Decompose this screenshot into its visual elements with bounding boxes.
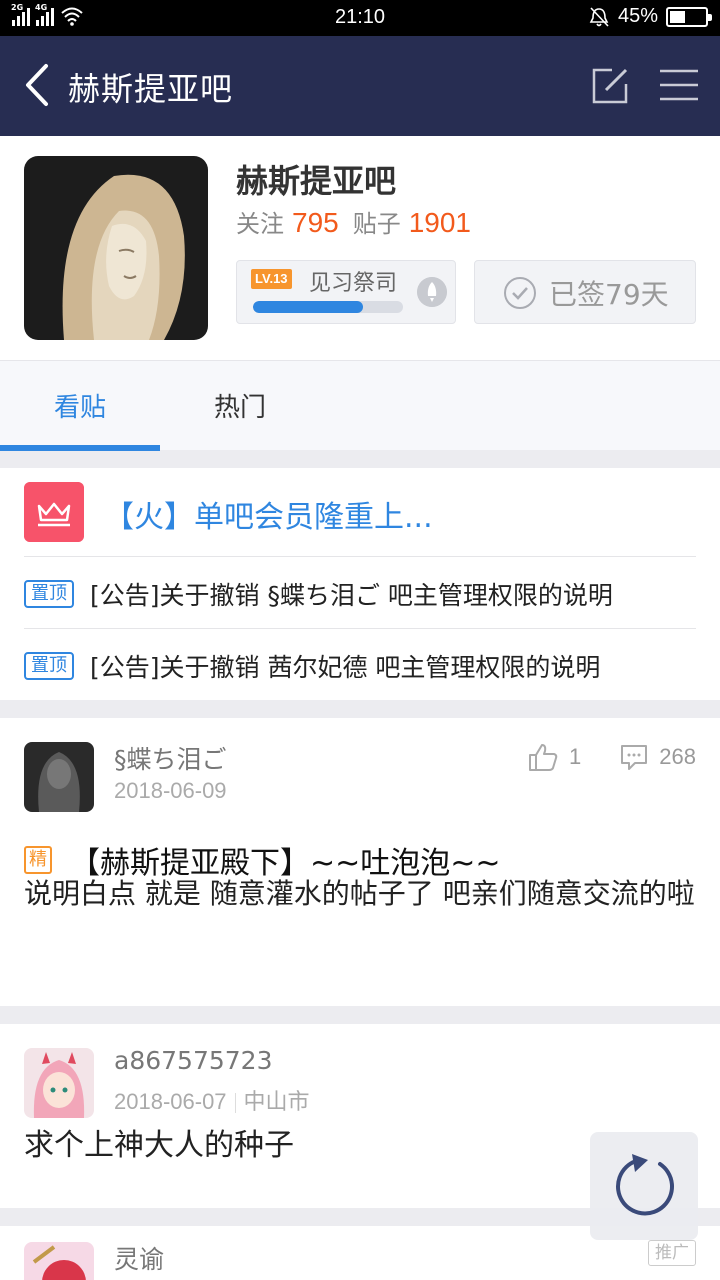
follow-count: 795	[292, 207, 339, 238]
mute-bell-icon	[589, 6, 609, 27]
pinned-title: [公告]关于撤销 茜尔妃德 吧主管理权限的说明	[90, 653, 601, 682]
battery-percent: 45%	[617, 5, 658, 27]
back-arrow-icon[interactable]	[22, 62, 52, 108]
check-circle-icon	[504, 277, 536, 309]
post-stats: 1 268	[527, 742, 696, 772]
top-nav-bar: 赫斯提亚吧	[0, 36, 720, 136]
pinned-title: [公告]关于撤销 §蝶ち泪ご 吧主管理权限的说明	[90, 581, 613, 610]
username[interactable]: a867575723	[114, 1046, 272, 1075]
user-avatar[interactable]	[24, 1242, 94, 1280]
refresh-icon	[616, 1154, 674, 1216]
member-promo-link[interactable]: 【火】单吧会员隆重上...	[104, 492, 433, 536]
post-date: 2018-06-09	[114, 778, 227, 803]
follow-label: 关注	[236, 210, 284, 238]
battery-icon	[666, 6, 712, 27]
level-card[interactable]: LV.13 见习祭司	[236, 260, 456, 324]
status-bar: 2G 4G 21:10 45%	[0, 0, 720, 36]
comment-icon[interactable]	[619, 743, 649, 771]
pinned-post[interactable]: 置顶 [公告]关于撤销 §蝶ち泪ご 吧主管理权限的说明	[24, 576, 613, 612]
forum-stats: 关注 795 贴子 1901	[236, 204, 485, 239]
pinned-badge: 置顶	[24, 652, 74, 680]
tab-posts[interactable]: 看贴	[0, 387, 160, 424]
username[interactable]: §蝶ち泪ご	[114, 740, 227, 776]
divider	[24, 628, 696, 629]
post-location: 中山市	[243, 1090, 310, 1115]
post-card[interactable]: §蝶ち泪ご 2018-06-09 1 268 精 【赫斯提亚殿下】~~吐泡泡~~…	[0, 718, 720, 1006]
tab-hot[interactable]: 热门	[160, 387, 320, 424]
divider	[24, 556, 696, 557]
forum-avatar[interactable]	[24, 156, 208, 340]
announcement-section: 【火】单吧会员隆重上... 置顶 [公告]关于撤销 §蝶ち泪ご 吧主管理权限的说…	[0, 468, 720, 700]
level-progress-bar	[253, 301, 403, 313]
rocket-icon[interactable]	[417, 277, 447, 307]
thumbs-up-icon[interactable]	[527, 742, 559, 772]
menu-icon[interactable]	[660, 68, 698, 102]
like-count: 1	[569, 744, 582, 769]
post-meta: 2018-06-07 中山市	[114, 1084, 310, 1116]
crown-icon	[24, 482, 84, 542]
user-avatar[interactable]	[24, 1048, 94, 1118]
tab-indicator	[0, 445, 160, 451]
level-name: 见习祭司	[309, 271, 398, 296]
posts-count: 1901	[408, 207, 472, 238]
post-body: 说明白点 就是 随意灌水的帖子了 吧亲们随意交流的啦	[24, 877, 695, 910]
sign-in-button[interactable]: 已签79天	[474, 260, 696, 324]
user-avatar[interactable]	[24, 742, 94, 812]
compose-icon[interactable]	[590, 66, 630, 106]
sign-in-label: 已签79天	[549, 278, 669, 311]
post-date: 2018-06-07	[114, 1089, 227, 1114]
posts-label: 贴子	[352, 210, 401, 238]
username[interactable]: 灵谕	[114, 1240, 164, 1276]
nav-title: 赫斯提亚吧	[68, 70, 234, 108]
forum-name: 赫斯提亚吧	[236, 162, 397, 200]
tab-bar: 看贴 热门	[0, 360, 720, 451]
ad-badge: 推广	[648, 1240, 696, 1266]
pinned-badge: 置顶	[24, 580, 74, 608]
comment-count: 268	[659, 744, 696, 769]
level-badge: LV.13	[251, 269, 292, 289]
forum-header: 赫斯提亚吧 关注 795 贴子 1901 LV.13 见习祭司 已签79天	[0, 136, 720, 360]
refresh-button[interactable]	[590, 1132, 698, 1240]
pinned-post[interactable]: 置顶 [公告]关于撤销 茜尔妃德 吧主管理权限的说明	[24, 648, 600, 684]
